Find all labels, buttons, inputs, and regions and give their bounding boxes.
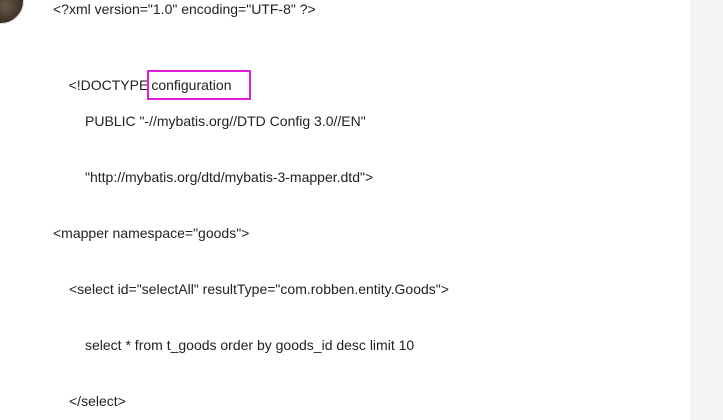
xml-declaration-line: <?xml version="1.0" encoding="UTF-8" ?> bbox=[53, 1, 316, 17]
page-gutter bbox=[690, 0, 723, 420]
avatar[interactable] bbox=[0, 0, 24, 24]
doctype-line: <!DOCTYPE configuration bbox=[53, 52, 252, 118]
highlighted-doctype-name: configuration bbox=[147, 70, 252, 100]
mapper-open-line: <mapper namespace="goods"> bbox=[53, 225, 250, 241]
code-panel: <?xml version="1.0" encoding="UTF-8" ?> … bbox=[0, 0, 690, 420]
doctype-keyword: <!DOCTYPE bbox=[68, 77, 149, 93]
doctype-dtd-line: "http://mybatis.org/dtd/mybatis-3-mapper… bbox=[85, 169, 374, 185]
select-open-line: <select id="selectAll" resultType="com.r… bbox=[69, 281, 449, 297]
sql-query-line: select * from t_goods order by goods_id … bbox=[85, 337, 415, 353]
doctype-public-line: PUBLIC "-//mybatis.org//DTD Config 3.0//… bbox=[85, 113, 366, 129]
select-close-line: </select> bbox=[69, 393, 126, 409]
